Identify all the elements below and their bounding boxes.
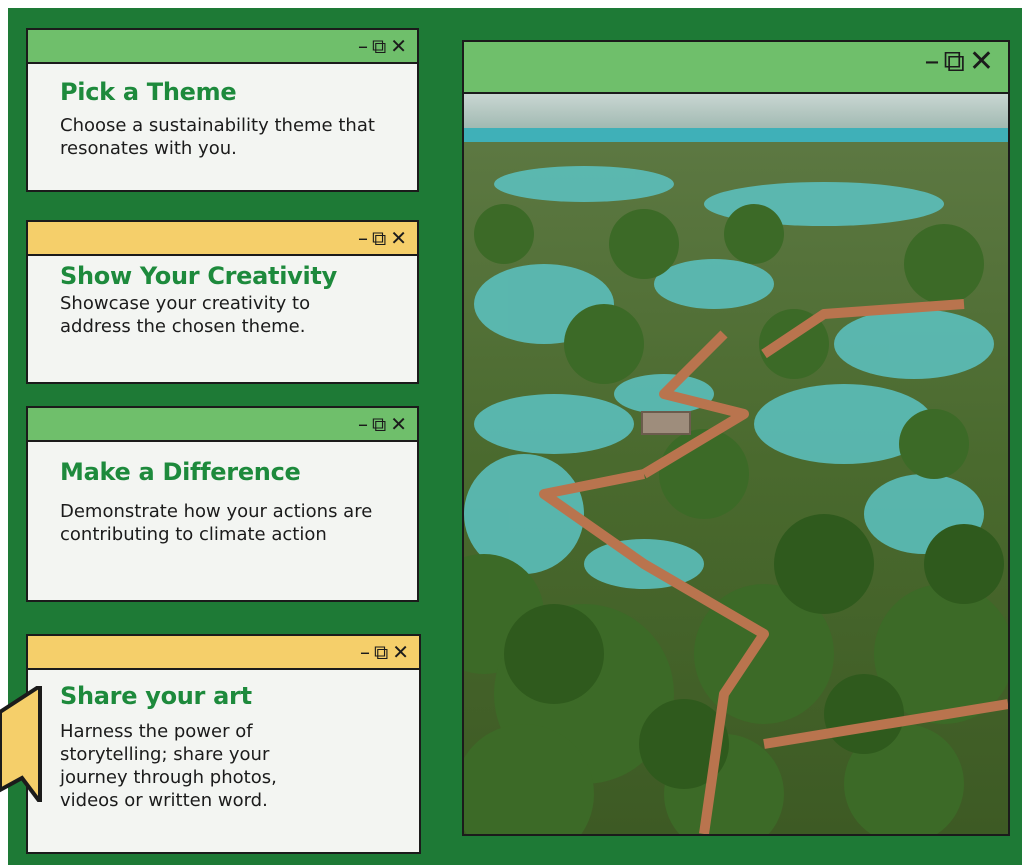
restore-icon[interactable]: ⧉ bbox=[374, 640, 388, 664]
card-title: Share your art bbox=[60, 682, 252, 710]
card-show-your-creativity: – ⧉ ✕ Show Your Creativity Showcase your… bbox=[26, 220, 419, 384]
minimize-icon[interactable]: – bbox=[360, 640, 370, 664]
card-body: Share your art Harness the power of stor… bbox=[60, 670, 407, 852]
minimize-icon[interactable]: – bbox=[358, 226, 368, 250]
close-icon[interactable]: ✕ bbox=[392, 640, 409, 664]
photo-window: – ⧉ ✕ bbox=[462, 40, 1010, 836]
restore-icon[interactable]: ⧉ bbox=[372, 226, 386, 250]
card-title: Make a Difference bbox=[60, 458, 301, 486]
close-icon[interactable]: ✕ bbox=[969, 47, 994, 77]
window-controls: – ⧉ ✕ bbox=[358, 412, 407, 436]
window-controls: – ⧉ ✕ bbox=[924, 47, 994, 77]
card-body: Show Your Creativity Showcase your creat… bbox=[60, 256, 405, 382]
card-titlebar: – ⧉ ✕ bbox=[28, 408, 417, 442]
flag-icon bbox=[0, 686, 42, 802]
mangrove-boardwalk-image bbox=[464, 94, 1008, 834]
minimize-icon[interactable]: – bbox=[358, 34, 368, 58]
window-controls: – ⧉ ✕ bbox=[358, 226, 407, 250]
card-titlebar: – ⧉ ✕ bbox=[28, 222, 417, 256]
window-controls: – ⧉ ✕ bbox=[358, 34, 407, 58]
window-controls: – ⧉ ✕ bbox=[360, 640, 409, 664]
restore-icon[interactable]: ⧉ bbox=[372, 34, 386, 58]
photo-titlebar: – ⧉ ✕ bbox=[464, 42, 1008, 94]
card-body: Make a Difference Demonstrate how your a… bbox=[60, 442, 405, 600]
card-pick-a-theme: – ⧉ ✕ Pick a Theme Choose a sustainabili… bbox=[26, 28, 419, 192]
card-text: Showcase your creativity to address the … bbox=[60, 293, 311, 337]
card-titlebar: – ⧉ ✕ bbox=[28, 636, 419, 670]
card-share-your-art: – ⧉ ✕ Share your art Harness the power o… bbox=[26, 634, 421, 854]
restore-icon[interactable]: ⧉ bbox=[943, 47, 964, 77]
pavilion bbox=[641, 411, 691, 435]
restore-icon[interactable]: ⧉ bbox=[372, 412, 386, 436]
minimize-icon[interactable]: – bbox=[358, 412, 368, 436]
close-icon[interactable]: ✕ bbox=[390, 412, 407, 436]
card-make-a-difference: – ⧉ ✕ Make a Difference Demonstrate how … bbox=[26, 406, 419, 602]
card-text: Harness the power of storytelling; share… bbox=[60, 721, 277, 811]
card-body: Pick a Theme Choose a sustainability the… bbox=[60, 64, 405, 190]
close-icon[interactable]: ✕ bbox=[390, 34, 407, 58]
card-text: Demonstrate how your actions are contrib… bbox=[60, 501, 373, 545]
mangrove-photo bbox=[464, 94, 1008, 834]
card-title: Show Your Creativity bbox=[60, 262, 337, 290]
card-titlebar: – ⧉ ✕ bbox=[28, 30, 417, 64]
stage: – ⧉ ✕ Pick a Theme Choose a sustainabili… bbox=[0, 0, 1026, 865]
minimize-icon[interactable]: – bbox=[924, 47, 939, 77]
close-icon[interactable]: ✕ bbox=[390, 226, 407, 250]
card-text: Choose a sustainability theme that reson… bbox=[60, 115, 375, 159]
card-title: Pick a Theme bbox=[60, 78, 237, 106]
